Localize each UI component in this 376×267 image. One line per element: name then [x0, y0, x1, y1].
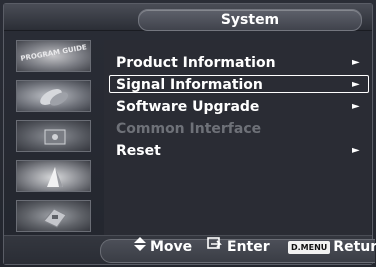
menu-item-label: Common Interface: [116, 121, 262, 137]
enter-label: Enter: [227, 239, 270, 255]
menu-item-label: Software Upgrade: [116, 99, 260, 115]
enter-icon: [207, 236, 223, 258]
program-guide-icon: PROGRAM GUIDE: [20, 43, 88, 63]
enter-hint: Enter: [207, 236, 270, 258]
menu-item-signal-information[interactable]: Signal Information ►: [104, 74, 371, 96]
picture-icon: [44, 129, 66, 145]
menu-item-label: Reset: [116, 143, 161, 159]
sidebar-item-sound[interactable]: [16, 160, 91, 192]
up-down-arrows-icon: [134, 236, 146, 258]
menu-item-label: Product Information: [116, 55, 276, 71]
channel-icon: [40, 89, 69, 106]
submenu-arrow-icon: ►: [352, 145, 360, 156]
setup-icon: [43, 208, 67, 228]
sidebar-item-channel[interactable]: [16, 80, 91, 112]
menu-item-software-upgrade[interactable]: Software Upgrade ►: [104, 96, 371, 118]
osd-screen: System PROGRAM GUIDE Product Information…: [0, 0, 376, 267]
submenu-arrow-icon: ►: [352, 57, 360, 68]
sidebar-item-setup[interactable]: [16, 200, 91, 232]
menu-list: Product Information ► Signal Information…: [104, 52, 371, 162]
dmenu-key-icon: D.MENU: [288, 240, 331, 254]
menu-item-common-interface: Common Interface: [104, 118, 371, 140]
footer-bar: Move Enter D.MENUReturn: [4, 235, 376, 264]
menu-item-label: Signal Information: [116, 77, 263, 93]
move-label: Move: [150, 239, 193, 255]
menu-item-reset[interactable]: Reset ►: [104, 140, 371, 162]
menu-item-product-information[interactable]: Product Information ►: [104, 52, 371, 74]
return-label: Return: [333, 239, 376, 255]
menu-title: System: [138, 9, 362, 31]
sidebar: PROGRAM GUIDE: [4, 40, 100, 235]
return-hint: D.MENUReturn: [288, 236, 376, 258]
submenu-arrow-icon: ►: [352, 101, 360, 112]
sidebar-item-picture[interactable]: [16, 120, 91, 152]
submenu-arrow-icon: ►: [352, 79, 360, 90]
menu-panel: Product Information ► Signal Information…: [104, 40, 371, 235]
sound-icon: [47, 167, 63, 187]
sidebar-item-program-guide[interactable]: PROGRAM GUIDE: [16, 40, 91, 72]
move-hint: Move: [134, 236, 192, 258]
program-guide-label: PROGRAM GUIDE: [20, 43, 88, 63]
